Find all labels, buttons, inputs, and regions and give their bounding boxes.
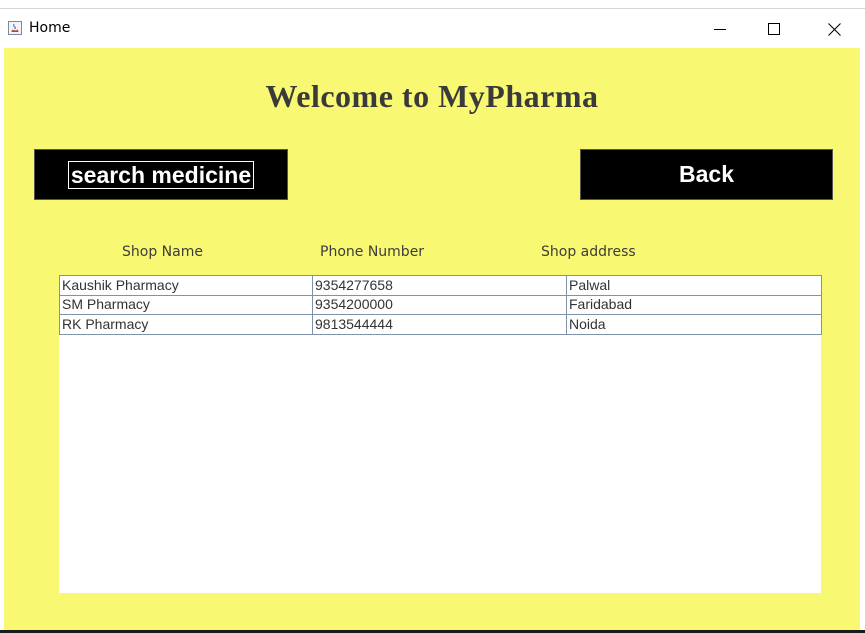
- close-icon: [827, 22, 841, 36]
- column-header-phone-number: Phone Number: [320, 244, 425, 260]
- minimize-icon: [714, 29, 726, 30]
- window-title: Home: [29, 20, 71, 36]
- back-label: Back: [679, 161, 734, 187]
- column-header-shop-name: Shop Name: [122, 244, 203, 260]
- back-button[interactable]: Back: [580, 149, 833, 200]
- close-button[interactable]: [811, 10, 857, 48]
- shop-address-cell[interactable]: Faridabad: [567, 295, 821, 314]
- shop-address-cell[interactable]: Palwal: [567, 276, 821, 295]
- maximize-icon: [768, 23, 780, 35]
- table-row[interactable]: SM Pharmacy 9354200000 Faridabad: [59, 295, 822, 315]
- shop-name-cell[interactable]: RK Pharmacy: [60, 315, 313, 334]
- phone-number-cell[interactable]: 9354277658: [313, 276, 567, 295]
- table-row[interactable]: RK Pharmacy 9813544444 Noida: [59, 315, 822, 335]
- minimize-button[interactable]: [697, 10, 743, 48]
- phone-number-cell[interactable]: 9813544444: [313, 315, 567, 334]
- shop-address-cell[interactable]: Noida: [567, 315, 821, 334]
- title-bar[interactable]: Home: [0, 10, 865, 48]
- java-app-icon: [8, 21, 22, 35]
- table-row[interactable]: Kaushik Pharmacy 9354277658 Palwal: [59, 275, 822, 296]
- main-panel: Welcome to MyPharma search medicine Back…: [4, 48, 860, 630]
- shops-table[interactable]: Kaushik Pharmacy 9354277658 Palwal SM Ph…: [59, 275, 822, 593]
- page-title: Welcome to MyPharma: [265, 78, 599, 114]
- maximize-button[interactable]: [751, 10, 797, 48]
- column-header-shop-address: Shop address: [541, 244, 636, 260]
- shop-name-cell[interactable]: SM Pharmacy: [60, 295, 313, 314]
- shop-name-cell[interactable]: Kaushik Pharmacy: [60, 276, 313, 295]
- window-top-edge: [0, 0, 865, 10]
- search-medicine-button[interactable]: search medicine: [34, 149, 288, 200]
- phone-number-cell[interactable]: 9354200000: [313, 295, 567, 314]
- search-medicine-label: search medicine: [67, 160, 255, 189]
